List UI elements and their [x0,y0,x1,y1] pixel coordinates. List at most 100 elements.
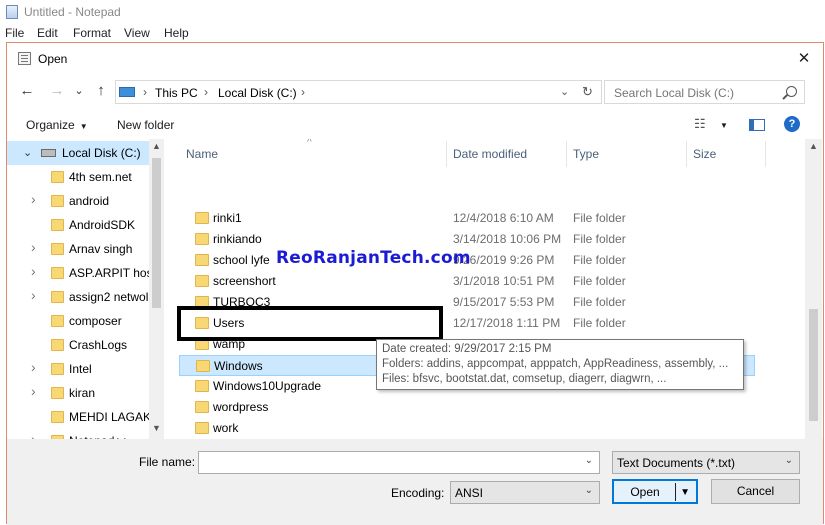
cancel-button[interactable]: Cancel [711,479,800,504]
menu-help[interactable]: Help [164,26,189,40]
table-row[interactable]: screenshort 3/1/2018 10:51 PM File folder [179,271,755,292]
filetype-select[interactable]: Text Documents (*.txt) ⌄ [612,451,800,474]
open-button[interactable]: Open ▼ [612,479,698,504]
up-arrow-icon[interactable]: ↑ [91,81,111,101]
folder-icon [195,422,209,434]
chevron-right-icon[interactable]: › [31,287,36,303]
sidebar-item[interactable]: › kiran [7,381,155,405]
back-arrow-icon[interactable]: ← [17,81,37,101]
chevron-down-icon[interactable]: ⌄ [585,455,593,466]
tooltip-files: Files: bfsvc, bootstat.dat, comsetup, di… [382,373,667,385]
file-date: 3/1/2018 10:51 PM [453,274,555,288]
breadcrumb-separator-icon[interactable]: › [204,85,208,99]
open-dropdown-icon[interactable]: ▼ [680,481,690,504]
sidebar-item[interactable]: ›Notepad++ [7,429,155,439]
view-options-icon[interactable]: ☷ [694,116,706,132]
recent-locations-icon[interactable]: ⌄ [69,81,89,101]
sidebar-item-label: Local Disk (C:) [62,146,141,160]
scroll-up-icon[interactable]: ▲ [808,141,819,155]
file-type: File folder [573,253,626,267]
sidebar-item[interactable]: › Intel [7,357,155,381]
navigation-scrollbar[interactable]: ▲ ▼ [149,139,164,439]
sidebar-item[interactable]: composer [7,309,155,333]
chevron-down-icon[interactable]: ⌄ [585,485,593,496]
file-date: 12/4/2018 6:10 AM [453,211,554,225]
table-row[interactable]: rinkiando 3/14/2018 10:06 PM File folder [179,229,755,250]
folder-icon [51,363,64,375]
view-dropdown-icon[interactable]: ▼ [720,121,728,130]
column-divider[interactable] [686,141,687,167]
menu-format[interactable]: Format [73,26,111,40]
folder-icon [51,291,64,303]
address-dropdown-icon[interactable]: ⌄ [560,85,569,98]
search-box[interactable] [604,80,805,104]
sidebar-item-label: Arnav singh [69,242,133,256]
table-row[interactable]: wordpress [179,397,755,418]
help-icon[interactable]: ? [784,116,800,132]
chevron-right-icon[interactable]: › [31,239,36,255]
organize-button[interactable]: Organize ▼ [26,118,88,132]
menu-file[interactable]: File [5,26,24,40]
new-folder-button[interactable]: New folder [117,118,174,132]
chevron-right-icon[interactable]: › [31,191,36,207]
scroll-up-icon[interactable]: ▲ [151,141,162,155]
sidebar-item-label: MEHDI LAGAK [69,410,152,424]
breadcrumb-local-disk[interactable]: Local Disk (C:) [218,86,297,100]
navigation-pane: ⌄ Local Disk (C:) 4th sem.net › android And… [7,139,164,439]
notepad-title: Untitled - Notepad [24,5,121,19]
table-row[interactable]: work [179,418,755,439]
chevron-down-icon[interactable]: ⌄ [23,146,32,159]
breadcrumb-this-pc[interactable]: This PC [155,86,198,100]
chevron-right-icon[interactable]: › [31,263,36,279]
chevron-down-icon[interactable]: ⌄ [785,455,793,466]
sidebar-item[interactable]: › ASP.ARPIT hos [7,261,155,285]
encoding-select[interactable]: ANSI ⌄ [450,481,600,504]
sidebar-item[interactable]: › android [7,189,155,213]
preview-pane-icon[interactable] [749,119,765,131]
breadcrumb-separator-icon[interactable]: › [143,85,147,99]
menu-view[interactable]: View [124,26,150,40]
dialog-title: Open [38,52,68,66]
chevron-right-icon[interactable]: › [31,431,36,439]
chevron-right-icon[interactable]: › [31,383,36,399]
column-header-type[interactable]: Type [573,147,599,161]
forward-arrow-icon[interactable]: → [47,81,67,101]
table-row[interactable]: rinki1 12/4/2018 6:10 AM File folder [179,208,755,229]
column-header-name[interactable]: Name [186,147,218,161]
column-header-date[interactable]: Date modified [453,147,527,161]
toolbar: Organize ▼ New folder ☷ ▼ ? [7,109,823,139]
file-list-scrollbar[interactable]: ▲ [805,139,822,439]
dialog-icon [18,52,31,65]
search-input[interactable] [612,85,782,101]
column-divider[interactable] [765,141,766,167]
close-icon[interactable]: ✕ [793,48,815,70]
search-icon[interactable] [786,86,797,97]
address-bar[interactable]: › This PC › Local Disk (C:) › ⌄ ↻ [115,80,602,104]
file-type: File folder [573,316,626,330]
sidebar-item[interactable]: MEHDI LAGAK [7,405,155,429]
sidebar-item[interactable]: 4th sem.net [7,165,155,189]
folder-icon [51,195,64,207]
refresh-icon[interactable]: ↻ [582,84,593,100]
sidebar-item[interactable]: › assign2 netwol [7,285,155,309]
notepad-menubar: File Edit Format View Help [0,24,825,42]
column-divider[interactable] [446,141,447,167]
organize-label: Organize [26,118,75,132]
open-button-label: Open [630,485,660,499]
scroll-thumb[interactable] [152,158,161,308]
column-divider[interactable] [566,141,567,167]
column-header-size[interactable]: Size [693,147,716,161]
chevron-right-icon[interactable]: › [31,359,36,375]
scroll-down-icon[interactable]: ▼ [151,423,162,437]
file-name: school lyfe [213,253,270,267]
sidebar-item[interactable]: CrashLogs [7,333,155,357]
sidebar-item-local-disk[interactable]: ⌄ Local Disk (C:) [7,141,155,165]
open-dialog: Open ✕ ← → ⌄ ↑ › This PC › Local Disk (C… [6,42,824,525]
file-type: File folder [573,232,626,246]
scroll-thumb[interactable] [809,309,818,421]
breadcrumb-separator-icon[interactable]: › [301,85,305,99]
menu-edit[interactable]: Edit [37,26,58,40]
sidebar-item[interactable]: AndroidSDK [7,213,155,237]
sidebar-item[interactable]: › Arnav singh [7,237,155,261]
filename-combobox[interactable]: ⌄ [198,451,600,474]
